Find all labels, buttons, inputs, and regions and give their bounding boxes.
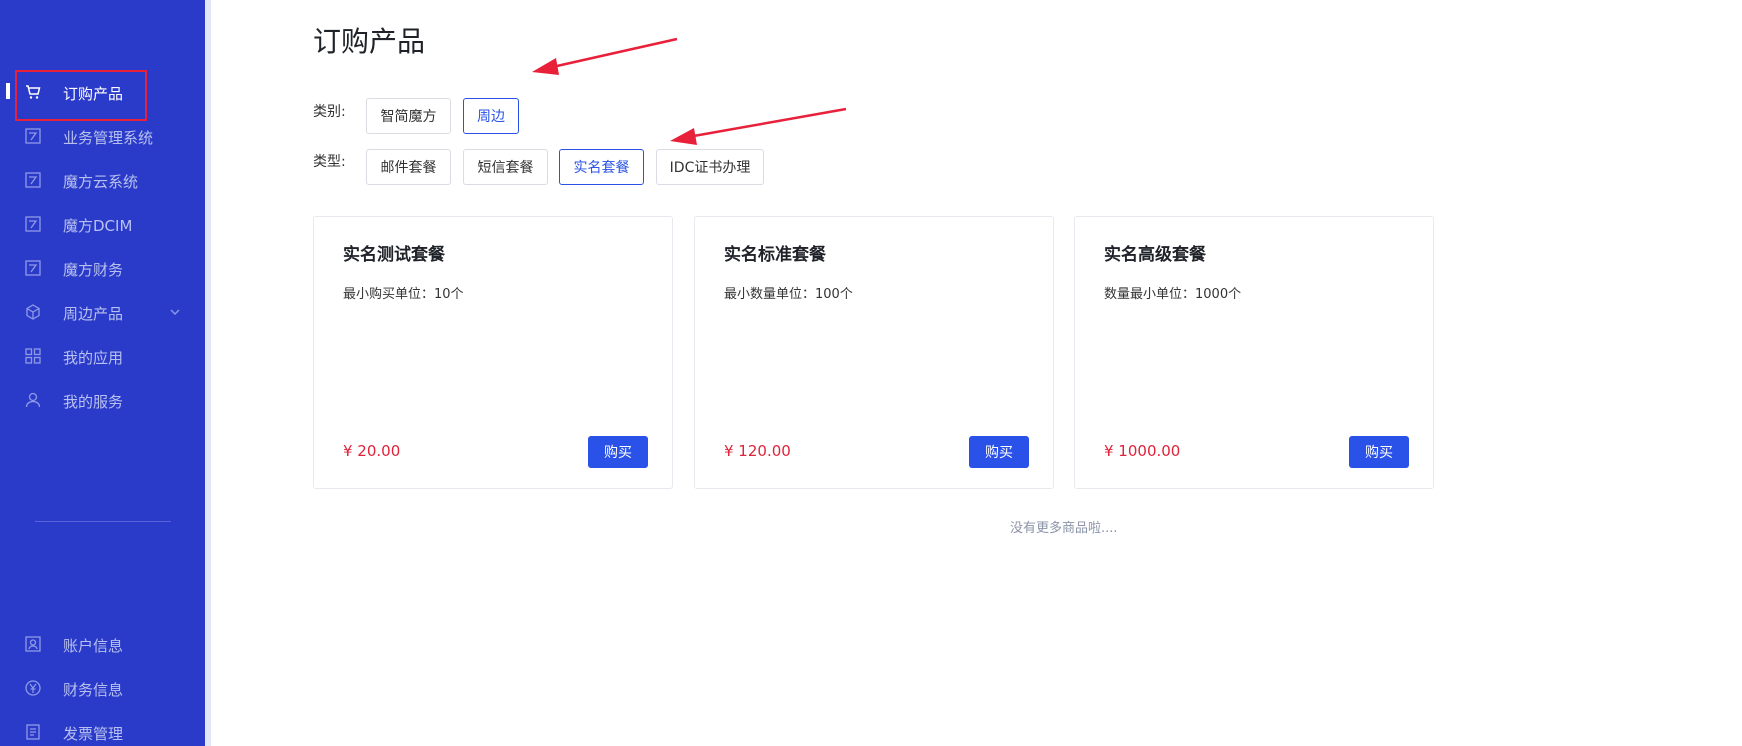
account-icon — [25, 636, 41, 652]
sidebar-item-label: 我的应用 — [63, 349, 124, 367]
buy-button[interactable]: 购买 — [1349, 436, 1409, 468]
sidebar-item-finance-info[interactable]: 财务信息 — [0, 674, 205, 702]
product-name: 实名测试套餐 — [343, 245, 445, 265]
type-option-sms-package[interactable]: 短信套餐 — [463, 149, 548, 185]
sidebar-item-account-info[interactable]: 账户信息 — [0, 630, 205, 658]
sidebar-item-label: 我的服务 — [63, 393, 124, 411]
cube-icon — [26, 304, 40, 320]
type-option-realname-package[interactable]: 实名套餐 — [559, 149, 644, 185]
sidebar-item-my-services[interactable]: 我的服务 — [0, 386, 205, 414]
product-name: 实名标准套餐 — [724, 245, 826, 265]
sidebar-item-invoice-management[interactable]: 发票管理 — [0, 718, 205, 746]
yen-icon — [25, 680, 41, 696]
sidebar-item-label: 账户信息 — [63, 637, 124, 655]
sidebar-item-label: 魔方云系统 — [63, 173, 139, 191]
type-option-idc-certificate[interactable]: IDC证书办理 — [656, 149, 764, 185]
product-card: 实名标准套餐 最小数量单位：100个 ¥ 120.00 购买 — [694, 216, 1054, 489]
annotation-arrow — [532, 37, 678, 75]
app-logo-icon — [25, 216, 41, 232]
invoice-icon — [26, 724, 40, 740]
product-description: 最小购买单位：10个 — [343, 287, 464, 302]
annotation-highlight-box — [15, 70, 147, 121]
no-more-products-text: 没有更多商品啦.... — [1010, 521, 1118, 536]
grid-icon — [25, 348, 41, 364]
sidebar-item-label: 魔方财务 — [63, 261, 124, 279]
user-icon — [25, 392, 41, 408]
buy-button[interactable]: 购买 — [588, 436, 648, 468]
sidebar-item-label: 业务管理系统 — [63, 129, 154, 147]
type-option-email-package[interactable]: 邮件套餐 — [366, 149, 451, 185]
app-logo-icon — [25, 172, 41, 188]
product-description: 最小数量单位：100个 — [724, 287, 853, 302]
product-card: 实名测试套餐 最小购买单位：10个 ¥ 20.00 购买 — [313, 216, 673, 489]
app-logo-icon — [25, 128, 41, 144]
sidebar-divider — [35, 521, 171, 522]
sidebar-item-my-apps[interactable]: 我的应用 — [0, 342, 205, 370]
app-logo-icon — [25, 260, 41, 276]
sidebar-item-cloud-system[interactable]: 魔方云系统 — [0, 166, 205, 194]
sidebar-item-dcim[interactable]: 魔方DCIM — [0, 210, 205, 238]
category-filter-label: 类别: — [313, 104, 346, 120]
type-filter-label: 类型: — [313, 154, 346, 170]
category-option-peripheral[interactable]: 周边 — [463, 98, 519, 134]
sidebar: 订购产品 业务管理系统 魔方云系统 魔方DCIM 魔方财务 周边产品 我的应用 … — [0, 0, 205, 746]
product-name: 实名高级套餐 — [1104, 245, 1206, 265]
product-price: ¥ 1000.00 — [1104, 442, 1181, 460]
sidebar-item-peripheral-products[interactable]: 周边产品 — [0, 298, 205, 326]
sidebar-item-finance[interactable]: 魔方财务 — [0, 254, 205, 282]
chevron-down-icon — [170, 309, 180, 315]
category-option-zhijian-mofang[interactable]: 智简魔方 — [366, 98, 451, 134]
product-price: ¥ 20.00 — [343, 442, 401, 460]
annotation-arrow — [670, 107, 847, 145]
sidebar-item-label: 发票管理 — [63, 725, 124, 743]
product-price: ¥ 120.00 — [724, 442, 791, 460]
product-description: 数量最小单位：1000个 — [1104, 287, 1242, 302]
sidebar-item-label: 周边产品 — [63, 305, 124, 323]
sidebar-item-label: 魔方DCIM — [63, 217, 133, 235]
buy-button[interactable]: 购买 — [969, 436, 1029, 468]
sidebar-edge — [205, 0, 211, 746]
product-card: 实名高级套餐 数量最小单位：1000个 ¥ 1000.00 购买 — [1074, 216, 1434, 489]
page-title: 订购产品 — [313, 25, 426, 58]
sidebar-item-label: 财务信息 — [63, 681, 124, 699]
sidebar-item-business-system[interactable]: 业务管理系统 — [0, 122, 205, 150]
